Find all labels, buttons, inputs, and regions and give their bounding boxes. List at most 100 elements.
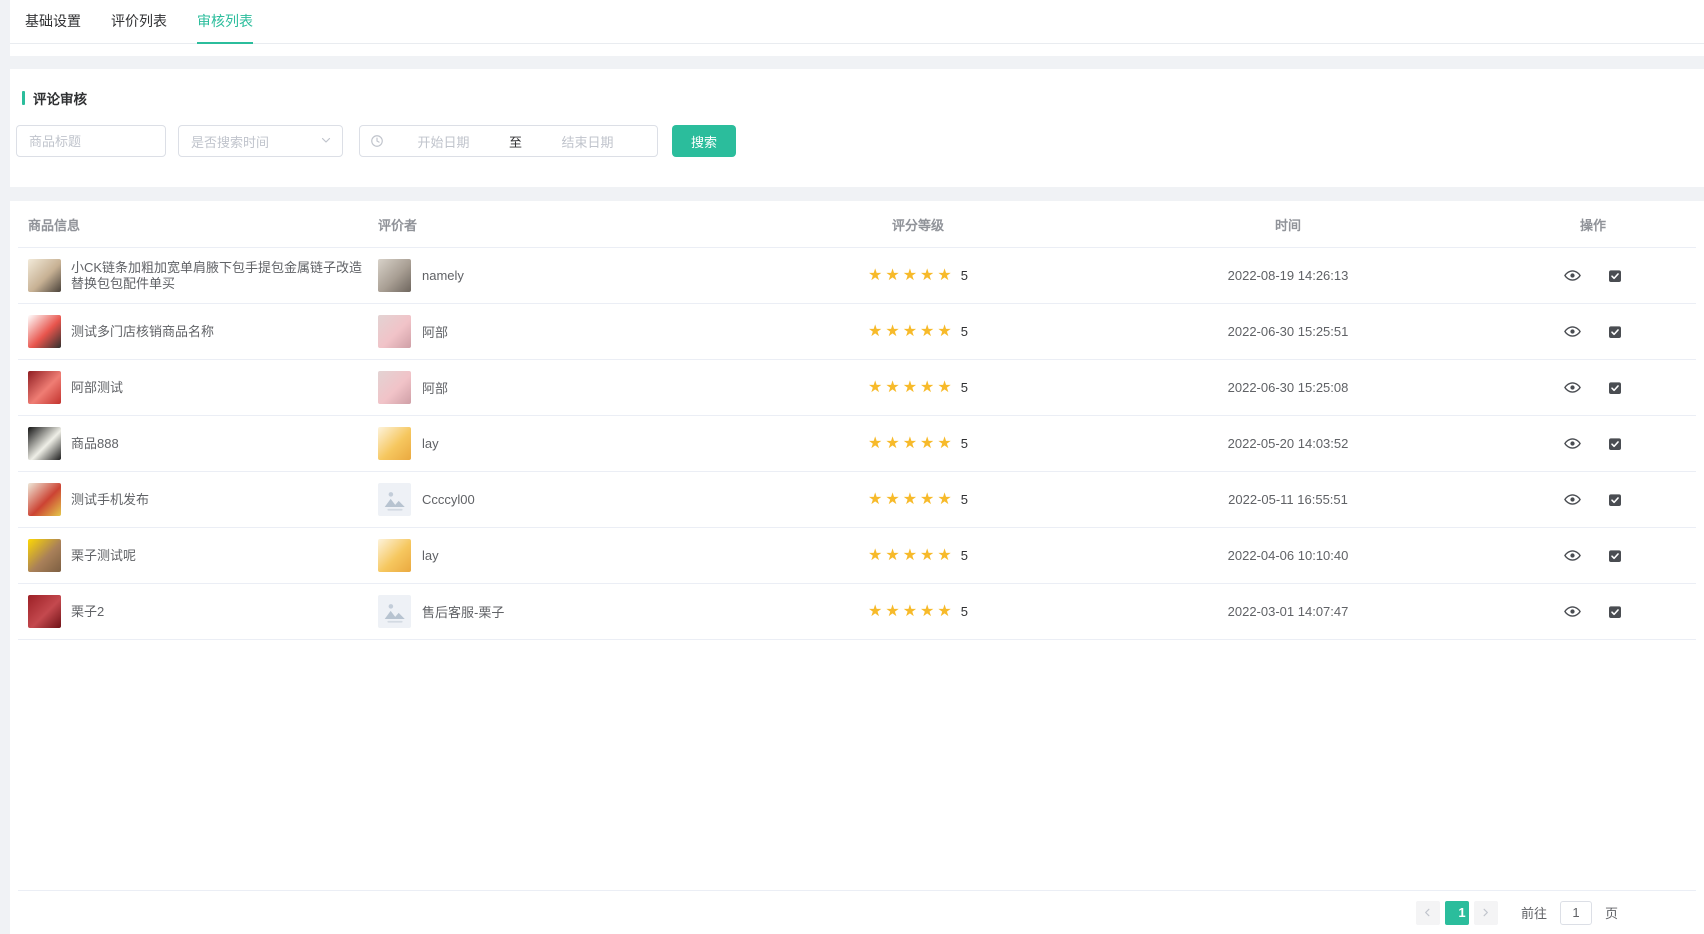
reviewer-name: 售后客服-栗子 bbox=[422, 602, 504, 621]
audit-table-panel: 商品信息 评价者 评分等级 时间 操作 小CK链条加粗加宽单肩腋下包手提包金属链… bbox=[10, 201, 1704, 934]
review-time: 2022-08-19 14:26:13 bbox=[1078, 268, 1498, 283]
actions-cell bbox=[1498, 603, 1688, 620]
reviewer-cell: Ccccyl00 bbox=[378, 483, 758, 516]
product-name: 测试多门店核销商品名称 bbox=[71, 324, 214, 340]
review-time: 2022-06-30 15:25:51 bbox=[1078, 324, 1498, 339]
image-placeholder-icon bbox=[382, 487, 408, 513]
table-row: 阿部测试 阿部 ★★★★★ 5 2022-06-30 15:25:08 bbox=[18, 360, 1696, 416]
product-info-cell: 商品888 bbox=[18, 427, 378, 460]
reviewer-avatar bbox=[378, 371, 411, 404]
view-button[interactable] bbox=[1564, 491, 1581, 508]
search-button[interactable]: 搜索 bbox=[672, 125, 736, 157]
product-name: 阿部测试 bbox=[71, 380, 123, 396]
star-rating: ★★★★★ bbox=[868, 436, 955, 452]
tab-basic-settings[interactable]: 基础设置 bbox=[25, 12, 81, 43]
product-name: 栗子测试呢 bbox=[71, 548, 136, 564]
filter-row: 是否搜索时间 开始日期 至 结束日期 搜索 bbox=[16, 125, 1704, 157]
check-square-icon bbox=[1607, 604, 1623, 620]
page-unit-label: 页 bbox=[1605, 903, 1618, 922]
actions-cell bbox=[1498, 491, 1688, 508]
rating-value: 5 bbox=[961, 604, 968, 619]
table-row: 测试手机发布 Ccccyl00 ★★★★★ 5 2022-05-11 16:55… bbox=[18, 472, 1696, 528]
reviewer-avatar bbox=[378, 483, 411, 516]
chevron-left-icon bbox=[1422, 907, 1433, 918]
view-button[interactable] bbox=[1564, 323, 1581, 340]
product-image bbox=[28, 259, 61, 292]
reviewer-cell: 售后客服-栗子 bbox=[378, 595, 758, 628]
star-rating: ★★★★★ bbox=[868, 324, 955, 340]
reviewer-avatar bbox=[378, 595, 411, 628]
column-header-actions: 操作 bbox=[1498, 215, 1688, 234]
approve-button[interactable] bbox=[1607, 604, 1623, 620]
tab-audit-list[interactable]: 审核列表 bbox=[197, 12, 253, 43]
eye-icon bbox=[1564, 491, 1581, 508]
star-rating: ★★★★★ bbox=[868, 268, 955, 284]
reviewer-avatar bbox=[378, 315, 411, 348]
rating-cell: ★★★★★ 5 bbox=[758, 436, 1078, 452]
date-range-picker[interactable]: 开始日期 至 结束日期 bbox=[359, 125, 658, 157]
actions-cell bbox=[1498, 323, 1688, 340]
reviewer-name: 阿部 bbox=[422, 378, 448, 397]
column-header-product-info: 商品信息 bbox=[18, 215, 378, 234]
view-button[interactable] bbox=[1564, 379, 1581, 396]
star-rating: ★★★★★ bbox=[868, 548, 955, 564]
chevron-down-icon bbox=[320, 134, 332, 149]
time-search-select[interactable]: 是否搜索时间 bbox=[178, 125, 343, 157]
pagination-next-button[interactable] bbox=[1474, 901, 1498, 925]
page: 基础设置 评价列表 审核列表 评论审核 是否搜索时间 开始日期 至 bbox=[0, 0, 1704, 934]
rating-value: 5 bbox=[961, 324, 968, 339]
time-search-select-placeholder: 是否搜索时间 bbox=[191, 132, 269, 151]
check-square-icon bbox=[1607, 324, 1623, 340]
product-info-cell: 小CK链条加粗加宽单肩腋下包手提包金属链子改造替换包包配件单买 bbox=[18, 259, 378, 292]
actions-cell bbox=[1498, 435, 1688, 452]
product-image bbox=[28, 315, 61, 348]
view-button[interactable] bbox=[1564, 603, 1581, 620]
product-info-cell: 阿部测试 bbox=[18, 371, 378, 404]
approve-button[interactable] bbox=[1607, 324, 1623, 340]
review-time: 2022-06-30 15:25:08 bbox=[1078, 380, 1498, 395]
table-header: 商品信息 评价者 评分等级 时间 操作 bbox=[18, 201, 1696, 248]
product-image bbox=[28, 483, 61, 516]
pagination-prev-button[interactable] bbox=[1416, 901, 1440, 925]
reviewer-name: Ccccyl00 bbox=[422, 492, 475, 507]
reviewer-name: namely bbox=[422, 268, 464, 283]
tab-review-list[interactable]: 评价列表 bbox=[111, 12, 167, 43]
section-title: 评论审核 bbox=[22, 88, 1704, 108]
view-button[interactable] bbox=[1564, 547, 1581, 564]
section-title-accent-bar bbox=[22, 91, 25, 105]
product-name: 栗子2 bbox=[71, 604, 104, 620]
goto-page-label: 前往 bbox=[1521, 903, 1547, 922]
tabbar-padding bbox=[10, 44, 1704, 56]
product-image bbox=[28, 595, 61, 628]
actions-cell bbox=[1498, 547, 1688, 564]
product-image bbox=[28, 539, 61, 572]
date-range-separator: 至 bbox=[503, 132, 528, 151]
approve-button[interactable] bbox=[1607, 436, 1623, 452]
pagination-page-1[interactable]: 1 bbox=[1445, 901, 1469, 925]
product-title-input[interactable] bbox=[16, 125, 166, 157]
approve-button[interactable] bbox=[1607, 268, 1623, 284]
actions-cell bbox=[1498, 267, 1688, 284]
column-header-time: 时间 bbox=[1078, 215, 1498, 234]
product-info-cell: 栗子2 bbox=[18, 595, 378, 628]
product-info-cell: 测试多门店核销商品名称 bbox=[18, 315, 378, 348]
approve-button[interactable] bbox=[1607, 380, 1623, 396]
view-button[interactable] bbox=[1564, 267, 1581, 284]
end-date-placeholder[interactable]: 结束日期 bbox=[528, 132, 647, 151]
eye-icon bbox=[1564, 323, 1581, 340]
view-button[interactable] bbox=[1564, 435, 1581, 452]
eye-icon bbox=[1564, 379, 1581, 396]
table-row: 小CK链条加粗加宽单肩腋下包手提包金属链子改造替换包包配件单买 namely ★… bbox=[18, 248, 1696, 304]
column-header-reviewer: 评价者 bbox=[378, 215, 758, 234]
approve-button[interactable] bbox=[1607, 548, 1623, 564]
check-square-icon bbox=[1607, 548, 1623, 564]
product-name: 商品888 bbox=[71, 436, 119, 452]
reviewer-avatar bbox=[378, 539, 411, 572]
approve-button[interactable] bbox=[1607, 492, 1623, 508]
reviewer-cell: 阿部 bbox=[378, 371, 758, 404]
product-image bbox=[28, 371, 61, 404]
goto-page-input[interactable] bbox=[1560, 901, 1592, 925]
clock-icon bbox=[370, 134, 384, 148]
start-date-placeholder[interactable]: 开始日期 bbox=[384, 132, 503, 151]
product-info-cell: 测试手机发布 bbox=[18, 483, 378, 516]
